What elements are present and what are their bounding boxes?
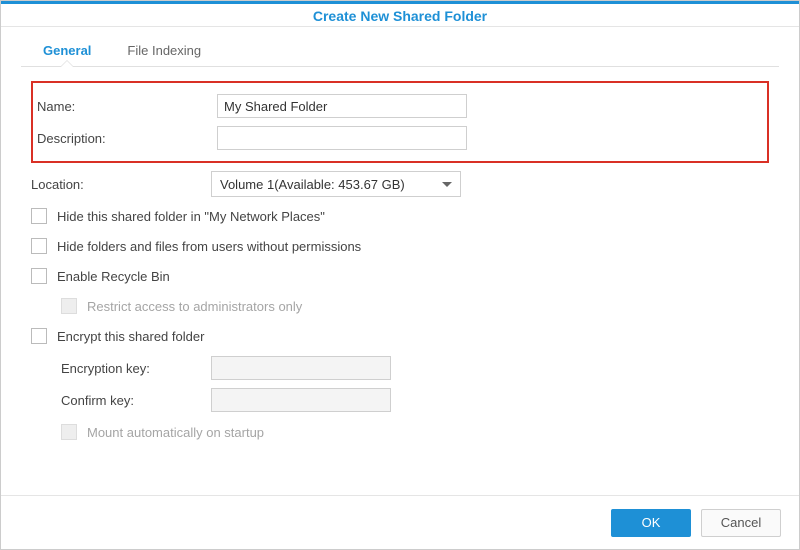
enable-recycle-checkbox[interactable] bbox=[31, 268, 47, 284]
cancel-button-label: Cancel bbox=[721, 515, 761, 530]
hide-noperm-label: Hide folders and files from users withou… bbox=[57, 239, 361, 254]
encryption-key-row: Encryption key: bbox=[31, 353, 769, 383]
hide-noperm-checkbox[interactable] bbox=[31, 238, 47, 254]
hide-network-places-checkbox[interactable] bbox=[31, 208, 47, 224]
description-label: Description: bbox=[37, 131, 217, 146]
encryption-key-label: Encryption key: bbox=[61, 361, 211, 376]
confirm-key-row: Confirm key: bbox=[31, 385, 769, 415]
encrypt-label: Encrypt this shared folder bbox=[57, 329, 204, 344]
confirm-key-label: Confirm key: bbox=[61, 393, 211, 408]
location-row: Location: Volume 1(Available: 453.67 GB) bbox=[31, 169, 769, 199]
description-row: Description: bbox=[37, 123, 763, 153]
dialog-footer: OK Cancel bbox=[1, 495, 799, 549]
encrypt-row: Encrypt this shared folder bbox=[31, 321, 769, 351]
location-select[interactable]: Volume 1(Available: 453.67 GB) bbox=[211, 171, 461, 197]
enable-recycle-row: Enable Recycle Bin bbox=[31, 261, 769, 291]
tab-general-label: General bbox=[43, 43, 91, 58]
tab-bar: General File Indexing bbox=[21, 27, 779, 67]
mount-auto-checkbox bbox=[61, 424, 77, 440]
tab-file-indexing[interactable]: File Indexing bbox=[109, 35, 219, 66]
location-label: Location: bbox=[31, 177, 211, 192]
create-shared-folder-dialog: Create New Shared Folder General File In… bbox=[0, 0, 800, 550]
highlighted-box: Name: Description: bbox=[31, 81, 769, 163]
mount-auto-label: Mount automatically on startup bbox=[87, 425, 264, 440]
name-input[interactable] bbox=[217, 94, 467, 118]
name-label: Name: bbox=[37, 99, 217, 114]
cancel-button[interactable]: Cancel bbox=[701, 509, 781, 537]
name-row: Name: bbox=[37, 91, 763, 121]
dialog-body: General File Indexing Name: Description:… bbox=[1, 27, 799, 495]
mount-auto-row: Mount automatically on startup bbox=[31, 417, 769, 447]
enable-recycle-label: Enable Recycle Bin bbox=[57, 269, 170, 284]
ok-button[interactable]: OK bbox=[611, 509, 691, 537]
tab-file-indexing-label: File Indexing bbox=[127, 43, 201, 58]
encrypt-checkbox[interactable] bbox=[31, 328, 47, 344]
confirm-key-input bbox=[211, 388, 391, 412]
restrict-admin-label: Restrict access to administrators only bbox=[87, 299, 302, 314]
restrict-admin-checkbox bbox=[61, 298, 77, 314]
hide-noperm-row: Hide folders and files from users withou… bbox=[31, 231, 769, 261]
tab-general[interactable]: General bbox=[25, 35, 109, 66]
encryption-key-input bbox=[211, 356, 391, 380]
dialog-title: Create New Shared Folder bbox=[1, 1, 799, 27]
description-input[interactable] bbox=[217, 126, 467, 150]
restrict-admin-row: Restrict access to administrators only bbox=[31, 291, 769, 321]
location-value: Volume 1(Available: 453.67 GB) bbox=[220, 177, 405, 192]
hide-network-places-label: Hide this shared folder in "My Network P… bbox=[57, 209, 325, 224]
chevron-down-icon bbox=[442, 182, 452, 187]
ok-button-label: OK bbox=[642, 515, 661, 530]
hide-network-places-row: Hide this shared folder in "My Network P… bbox=[31, 201, 769, 231]
general-panel: Name: Description: Location: Volume 1(Av… bbox=[21, 67, 779, 457]
